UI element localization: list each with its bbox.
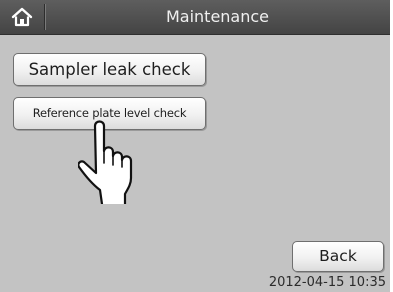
pointing-hand-icon: [78, 120, 133, 204]
datetime-display: 2012-04-15 10:35: [268, 275, 386, 290]
maintenance-screen: Maintenance Sampler leak check Reference…: [0, 0, 390, 292]
home-button[interactable]: [0, 0, 44, 34]
home-icon: [11, 7, 33, 27]
back-button[interactable]: Back: [292, 241, 384, 272]
sampler-leak-check-button[interactable]: Sampler leak check: [13, 53, 206, 86]
page-title: Maintenance: [165, 7, 270, 26]
title-bar: Maintenance: [0, 0, 390, 35]
